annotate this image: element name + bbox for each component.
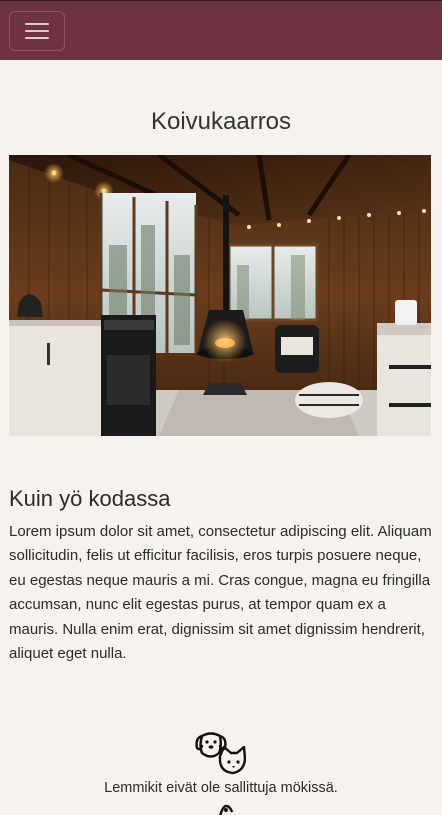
- hero-image: [9, 155, 431, 436]
- cabin-interior-photo: [9, 155, 431, 436]
- navbar: [0, 0, 442, 60]
- section-title: Kuin yö kodassa: [9, 486, 171, 511]
- pets-not-allowed-text: Lemmikit eivät ole sallittuja mökissä.: [104, 780, 338, 796]
- page-title: Koivukaarros: [150, 108, 292, 135]
- section-body-text: Lorem ipsum dolor sit amet, consectetur …: [9, 523, 432, 663]
- menu-toggle-button[interactable]: [9, 11, 65, 51]
- dog-and-cat-icon: [194, 730, 247, 778]
- partial-feature-icon: [216, 803, 236, 815]
